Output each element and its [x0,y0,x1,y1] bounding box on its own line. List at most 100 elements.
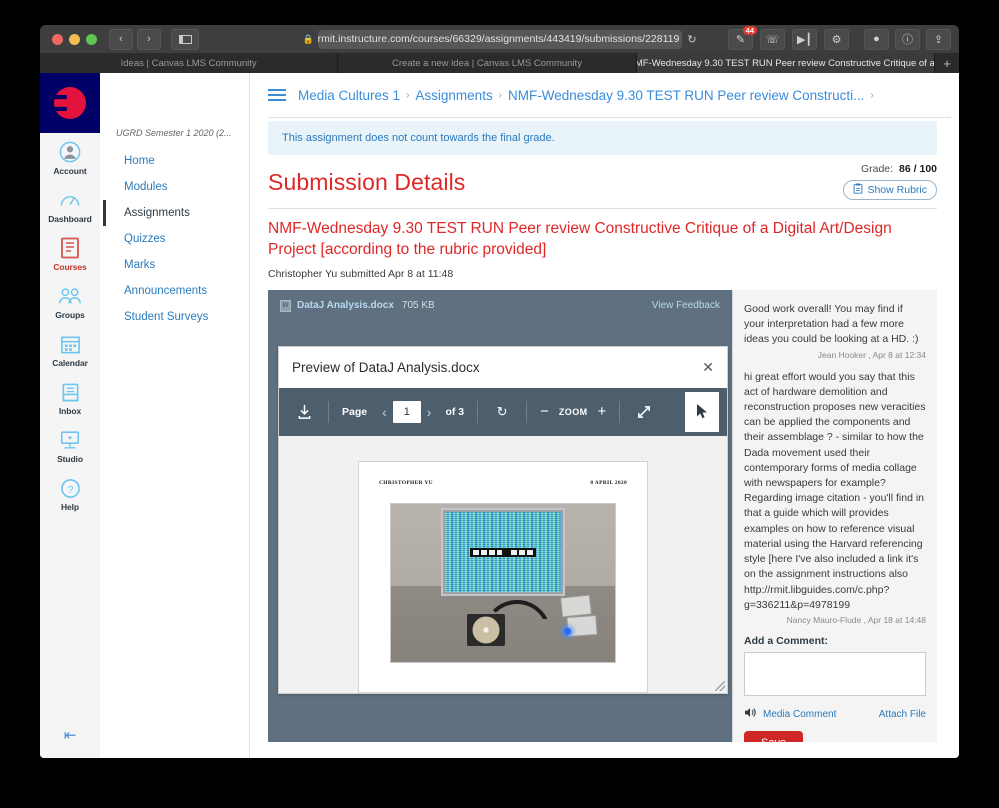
global-nav-label: Calendar [52,358,88,368]
fullscreen-expand-icon[interactable] [633,404,655,420]
breadcrumb-item-assignments[interactable]: Assignments [415,88,492,103]
section-divider [268,208,937,209]
screen-root: ‹ › 🔒 rmit.instructure.com/courses/66329… [0,0,999,808]
new-tab-button[interactable]: + [935,53,959,73]
forward-button[interactable]: › [137,28,161,50]
zoom-out-icon[interactable]: − [540,403,549,420]
sidebar-icon [178,34,192,44]
zoom-in-icon[interactable]: + [598,403,607,420]
course-nav-item-announcements[interactable]: Announcements [100,278,249,304]
maximize-window-button[interactable] [86,33,97,45]
course-nav-item-quizzes[interactable]: Quizzes [100,226,249,252]
global-navigation: Account Dashboard Courses Groups Calenda… [40,73,100,758]
close-icon[interactable]: ✕ [702,359,714,376]
breadcrumb: Media Cultures 1 › Assignments › NMF-Wed… [250,73,959,117]
global-nav-item-account[interactable]: Account [40,133,100,181]
cursor-pointer-icon[interactable] [685,391,719,432]
led-light-image [564,627,571,635]
browser-window: ‹ › 🔒 rmit.instructure.com/courses/66329… [40,25,959,758]
course-nav-item-student-surveys[interactable]: Student Surveys [100,304,249,330]
global-nav-label: Inbox [58,406,82,416]
global-nav-item-courses[interactable]: Courses [40,229,100,277]
course-nav-item-modules[interactable]: Modules [100,174,249,200]
window-controls[interactable] [52,33,97,45]
comment-author: Nancy Mauro-Flude , Apr 18 at 14:48 [786,615,926,625]
global-nav-item-studio[interactable]: Studio [40,421,100,469]
breadcrumb-item-assignment[interactable]: NMF-Wednesday 9.30 TEST RUN Peer review … [508,88,864,103]
global-nav-item-dashboard[interactable]: Dashboard [40,181,100,229]
browser-tab[interactable]: Ideas | Canvas LMS Community [40,53,339,73]
submission-meta: Christopher Yu submitted Apr 8 at 11:48 [268,267,454,280]
speaker-icon[interactable] [744,707,757,721]
download-icon[interactable]: ● [864,28,889,50]
global-nav-item-groups[interactable]: Groups [40,277,100,325]
hard-drive-open-image [467,613,505,646]
account-avatar-icon [58,140,82,164]
media-comment-link[interactable]: Media Comment [763,709,836,720]
global-nav-item-inbox[interactable]: Inbox [40,373,100,421]
course-nav-item-assignments[interactable]: Assignments [103,200,249,226]
toolbar-separator [526,400,528,423]
page-label: Page [342,405,368,418]
global-nav-item-help[interactable]: ? Help [40,469,100,517]
browser-toolbar: ‹ › 🔒 rmit.instructure.com/courses/66329… [40,25,959,53]
close-window-button[interactable] [52,33,63,45]
inbox-tray-icon [58,380,82,404]
title-row: Submission Details Grade: 86 / 100 Show R… [268,163,937,200]
navigation-buttons: ‹ › [109,28,161,50]
browser-tab-active[interactable]: NMF-Wednesday 9.30 TEST RUN Peer review … [636,53,935,73]
screen-text-bar [470,547,536,557]
logo-mark-icon [54,87,86,119]
show-rubric-label: Show Rubric [867,184,927,196]
breadcrumb-item-course[interactable]: Media Cultures 1 [298,88,400,103]
resize-handle[interactable] [715,680,725,691]
toolbar-right-icons: ● ⓘ ⇪ [864,28,951,50]
comment-input[interactable] [744,652,926,696]
file-name-link[interactable]: DataJ Analysis.docx [297,300,394,311]
rotate-icon[interactable]: ↻ [491,404,513,420]
toolbar-extensions: ✎ 44 ☏ ▶┃ ⚙ [728,25,849,50]
collapse-arrow-icon[interactable]: ⇤ [40,726,100,744]
browser-tab[interactable]: Create a new idea | Canvas LMS Community [338,53,637,73]
reload-icon[interactable]: ↻ [687,33,696,46]
help-question-icon: ? [58,476,82,500]
course-nav-item-marks[interactable]: Marks [100,252,249,278]
monitor-image [441,507,565,596]
next-page-button[interactable]: › [421,404,438,420]
share-icon[interactable]: ⇪ [926,28,951,50]
show-rubric-button[interactable]: Show Rubric [843,180,937,200]
preview-panel: W DataJ Analysis.docx 705 KB View Feedba… [268,289,732,742]
settings-gear-icon[interactable]: ⚙ [824,28,849,50]
page-total-label: of 3 [445,405,465,418]
document-body[interactable]: CHRISTOPHER YU 8 APRIL 2020 [279,435,727,693]
global-nav-item-calendar[interactable]: Calendar [40,325,100,373]
attach-file-link[interactable]: Attach File [879,709,926,720]
markup-pen-icon[interactable]: ✎ 44 [728,25,757,50]
reader-person-icon[interactable]: ☏ [760,28,785,50]
page-number-input[interactable]: 1 [392,400,421,423]
media-play-icon[interactable]: ▶┃ [792,28,817,50]
assignment-title: NMF-Wednesday 9.30 TEST RUN Peer review … [268,220,892,258]
groups-people-icon [58,284,82,308]
back-button[interactable]: ‹ [109,28,133,50]
svg-text:?: ? [67,483,73,495]
courses-book-icon [58,236,82,260]
document-toolbar: Page ‹ 1 › of 3 ↻ − ZOOM + [279,387,727,436]
comment-actions: Media Comment Attach File [744,707,926,721]
minimize-window-button[interactable] [69,33,80,45]
download-icon[interactable] [293,404,315,420]
global-nav-label: Groups [55,310,85,320]
info-icon[interactable]: ⓘ [895,28,920,50]
prev-page-button[interactable]: ‹ [376,404,393,420]
save-button[interactable]: Save [744,731,804,742]
canvas-logo[interactable] [40,73,100,133]
toolbar-separator [619,400,621,423]
comment-item: hi great effort would you say that this … [744,370,926,626]
course-nav-item-home[interactable]: Home [100,148,249,174]
view-feedback-link[interactable]: View Feedback [652,300,720,311]
document-author: CHRISTOPHER YU [379,479,433,486]
hamburger-menu-icon[interactable] [268,89,286,101]
sidebar-toggle-button[interactable] [171,28,199,50]
address-bar[interactable]: 🔒 rmit.instructure.com/courses/66329/ass… [302,29,697,49]
url-text: rmit.instructure.com/courses/66329/assig… [317,33,680,45]
